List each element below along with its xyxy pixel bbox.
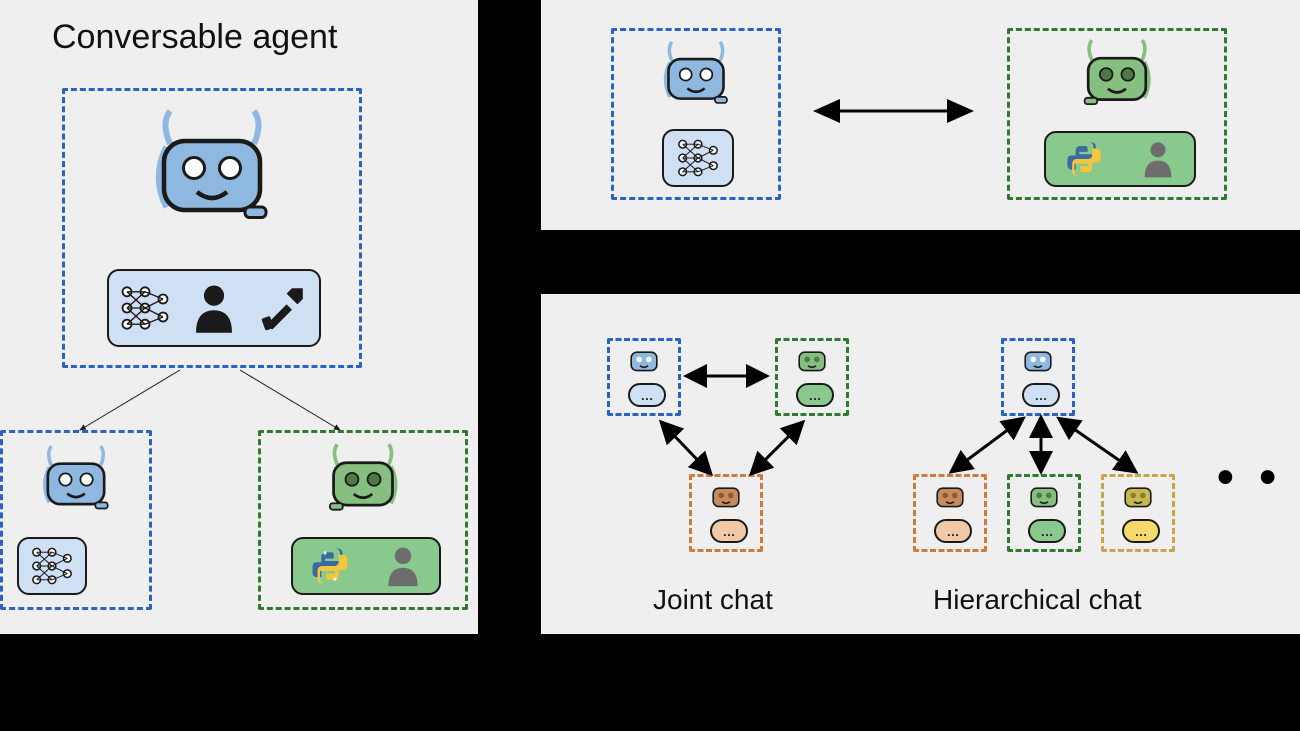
assistant-chip [17,537,87,595]
hier-green-chip: … [1028,519,1066,543]
neural-net-icon [29,543,75,589]
hier-orange-box: … [913,474,987,552]
userproxy-chip [291,537,441,595]
robot-blue-icon [137,99,287,249]
hier-green-box: … [1007,474,1081,552]
ellipsis-icon: … [1035,388,1048,403]
python-icon [310,546,350,586]
conversable-agent-box [62,88,362,368]
assistant-agent-box [0,430,152,610]
robot-blue-small-icon [32,439,120,527]
pair-blue-box [611,28,781,200]
robot-green-icon [317,437,409,529]
joint-chat-label: Joint chat [653,584,773,616]
robot-orange-icon [930,477,970,517]
hier-top-box: … [1001,338,1075,416]
person-icon [383,544,423,588]
left-panel: Conversable agent [0,0,478,634]
userproxy-agent-box [258,430,468,610]
ellipsis-icon: … [1041,524,1054,539]
left-title: Conversable agent [52,18,337,57]
pair-blue-chip [662,129,734,187]
robot-green-icon [1024,477,1064,517]
neural-net-icon [118,281,172,335]
tools-icon [256,281,310,335]
robot-blue-icon [1018,341,1058,381]
hier-yellow-box: … [1101,474,1175,552]
hier-top-chip: … [1022,383,1060,407]
robot-blue-icon [653,35,739,121]
hier-arrows [911,412,1191,482]
robot-green-icon [1072,33,1162,123]
person-icon [1140,139,1176,179]
bidir-arrow [811,96,981,126]
person-icon [191,281,237,335]
pair-green-box [1007,28,1227,200]
multi-agent-panel: … … … Joint chat … … [541,294,1300,634]
neural-net-icon [675,135,721,181]
capability-chip [107,269,321,347]
python-icon [1065,140,1103,178]
joint-arrows [601,334,861,564]
hier-chat-label: Hierarchical chat [933,584,1142,616]
ellipsis-icon: … [947,524,960,539]
two-agent-panel [541,0,1300,230]
ellipsis-icon: … [1135,524,1148,539]
pair-green-chip [1044,131,1196,187]
hier-yellow-chip: … [1122,519,1160,543]
more-patterns-ellipsis-icon: • • [1217,450,1282,505]
robot-yellow-icon [1118,477,1158,517]
hier-orange-chip: … [934,519,972,543]
